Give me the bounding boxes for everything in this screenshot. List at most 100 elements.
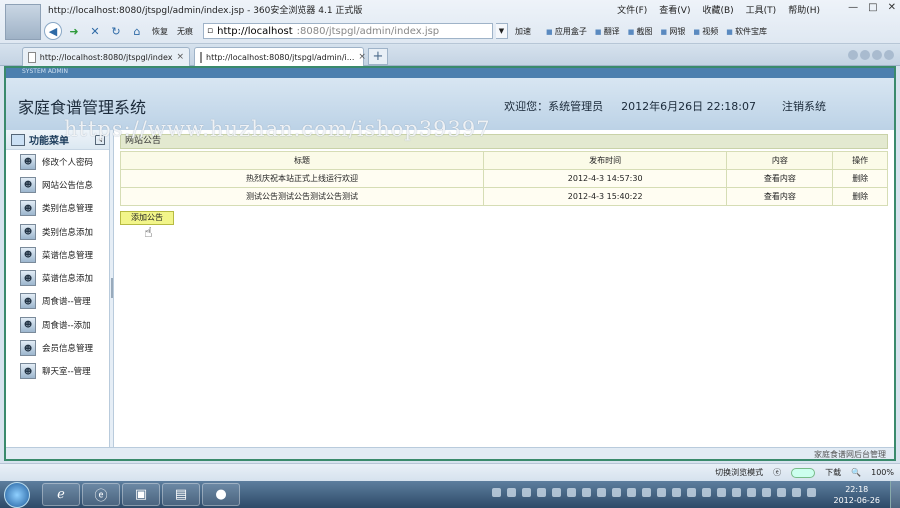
ie-taskbar-icon[interactable]: ℯ (42, 483, 80, 506)
restore-button[interactable]: 恢复 (149, 26, 171, 37)
accelerate-button[interactable]: 加速 (511, 26, 531, 37)
clock[interactable]: 22:18 2012-06-26 (834, 484, 881, 506)
clock-date: 2012-06-26 (833, 496, 881, 505)
start-button[interactable] (4, 482, 30, 508)
table-header-row: 标题 发布时间 内容 操作 (120, 151, 888, 170)
address-bar[interactable]: ▫ http://localhost:8080/jtspgl/admin/ind… (203, 23, 493, 39)
sidebar-item-change-password[interactable]: ☻ 修改个人密码 (6, 150, 109, 173)
tray-icon[interactable] (717, 488, 726, 497)
close-tab-icon[interactable]: × (176, 52, 184, 62)
top-strip-text: SYSTEM ADMIN (22, 68, 68, 75)
welcome-text: 欢迎您：系统管理员 (504, 100, 604, 113)
tab-control-icon[interactable] (872, 50, 882, 60)
download-button[interactable]: 下载 (825, 467, 841, 478)
translate-button[interactable]: 翻译 (595, 26, 620, 37)
tab-label: http://localhost:8080/jtspgl/index (39, 52, 173, 62)
tray-icon[interactable] (522, 488, 531, 497)
minimize-icon[interactable]: — (848, 2, 858, 13)
logout-link[interactable]: 注销系统 (782, 98, 826, 114)
close-tab-icon[interactable]: × (358, 52, 366, 62)
tray-icon[interactable] (687, 488, 696, 497)
taskbar: ℯ ⓔ ▣ ▤ ● 22:18 2012-06-26 (0, 481, 900, 508)
address-dropdown-icon[interactable]: ▼ (496, 23, 508, 39)
app-taskbar-icon[interactable]: ▣ (122, 483, 160, 506)
tray-icon[interactable] (507, 488, 516, 497)
sidebar-item-announcements[interactable]: ☻ 网站公告信息 (6, 173, 109, 196)
menu-tools[interactable]: 工具(T) (746, 3, 777, 16)
home-icon[interactable]: ⌂ (128, 22, 146, 40)
tray-icon[interactable] (612, 488, 621, 497)
stop-icon[interactable]: ✕ (86, 22, 104, 40)
tray-icon[interactable] (552, 488, 561, 497)
sidebar-item-category-add[interactable]: ☻ 类别信息添加 (6, 220, 109, 243)
show-desktop-button[interactable] (890, 481, 900, 508)
tab-admin[interactable]: http://localhost:8080/jtspgl/admin/i... … (194, 47, 366, 66)
tray-icon[interactable] (657, 488, 666, 497)
browser-logo-icon (5, 4, 41, 40)
tray-icon[interactable] (627, 488, 636, 497)
tray-icon[interactable] (792, 488, 801, 497)
screenshot-button[interactable]: 截图 (628, 26, 653, 37)
ie-icon[interactable]: ⓔ (773, 467, 781, 478)
folder-taskbar-icon[interactable]: ▤ (162, 483, 200, 506)
video-button[interactable]: 视频 (693, 26, 718, 37)
sidebar-item-recipe-manage[interactable]: ☻ 菜谱信息管理 (6, 243, 109, 266)
delete-link[interactable]: 删除 (832, 169, 888, 188)
menu-favorites[interactable]: 收藏(B) (702, 3, 733, 16)
refresh-icon[interactable]: ↻ (107, 22, 125, 40)
view-content-link[interactable]: 查看内容 (726, 187, 834, 206)
sidebar-item-weekly-add[interactable]: ☻ 周食谱--添加 (6, 313, 109, 336)
software-button[interactable]: 软件宝库 (726, 26, 767, 37)
tray-icon[interactable] (582, 488, 591, 497)
tray-icon[interactable] (672, 488, 681, 497)
tab-control-icon[interactable] (860, 50, 870, 60)
menu-help[interactable]: 帮助(H) (788, 3, 820, 16)
close-icon[interactable]: ✕ (888, 2, 896, 13)
mode-toggle[interactable] (791, 467, 816, 478)
maximize-icon[interactable]: □ (868, 2, 877, 13)
tray-icon[interactable] (597, 488, 606, 497)
tray-icon[interactable] (492, 488, 501, 497)
sidebar-splitter[interactable] (110, 130, 114, 447)
traceless-button[interactable]: 无痕 (174, 26, 196, 37)
top-strip: SYSTEM ADMIN (6, 68, 894, 78)
tray-icon[interactable] (777, 488, 786, 497)
sidebar-item-weekly-manage[interactable]: ☻ 周食谱--管理 (6, 290, 109, 313)
tray-icon[interactable] (537, 488, 546, 497)
new-tab-button[interactable]: + (368, 48, 388, 65)
user-icon: ☻ (20, 200, 36, 217)
sidebar-item-category-manage[interactable]: ☻ 类别信息管理 (6, 197, 109, 220)
delete-link[interactable]: 删除 (832, 187, 888, 206)
back-icon[interactable]: ◀ (44, 22, 62, 40)
switch-mode-button[interactable]: 切换浏览模式 (715, 467, 763, 478)
view-content-link[interactable]: 查看内容 (726, 169, 834, 188)
tray-icon[interactable] (732, 488, 741, 497)
menu-view[interactable]: 查看(V) (659, 3, 690, 16)
tray-icon[interactable] (807, 488, 816, 497)
sidebar-item-recipe-add[interactable]: ☻ 菜谱信息添加 (6, 266, 109, 289)
tray-icon[interactable] (762, 488, 771, 497)
bank-button[interactable]: 网银 (661, 26, 685, 37)
zoom-icon[interactable]: 🔍 (851, 468, 861, 477)
tray-icon[interactable] (747, 488, 756, 497)
forward-icon[interactable]: ➜ (65, 22, 83, 40)
sidebar-item-chatroom-manage[interactable]: ☻ 聊天室--管理 (6, 360, 109, 383)
add-announcement-button[interactable]: 添加公告 (120, 211, 174, 225)
tray-icon[interactable] (567, 488, 576, 497)
page-icon (200, 51, 202, 63)
tab-control-icon[interactable] (848, 50, 858, 60)
navigation-toolbar: ◀ ➜ ✕ ↻ ⌂ 恢复 无痕 ▫ http://localhost:8080/… (44, 20, 900, 42)
menu-file[interactable]: 文件(F) (617, 3, 647, 16)
sidebar-item-label: 菜谱信息添加 (42, 274, 94, 285)
sidebar-item-member-manage[interactable]: ☻ 会员信息管理 (6, 336, 109, 359)
eclipse-taskbar-icon[interactable]: ● (202, 483, 240, 506)
tray-icon[interactable] (642, 488, 651, 497)
tray-icon[interactable] (702, 488, 711, 497)
page-footer: 家庭食谱网后台管理 (6, 447, 894, 459)
zoom-level[interactable]: 100% (871, 468, 894, 477)
app-box-button[interactable]: 应用盒子 (546, 26, 587, 37)
tab-index[interactable]: http://localhost:8080/jtspgl/index × (22, 47, 190, 66)
browser-taskbar-icon[interactable]: ⓔ (82, 483, 120, 506)
table-row: 测试公告测试公告测试公告测试 2012-4-3 15:40:22 查看内容 删除 (120, 187, 888, 206)
tab-control-icon[interactable] (884, 50, 894, 60)
